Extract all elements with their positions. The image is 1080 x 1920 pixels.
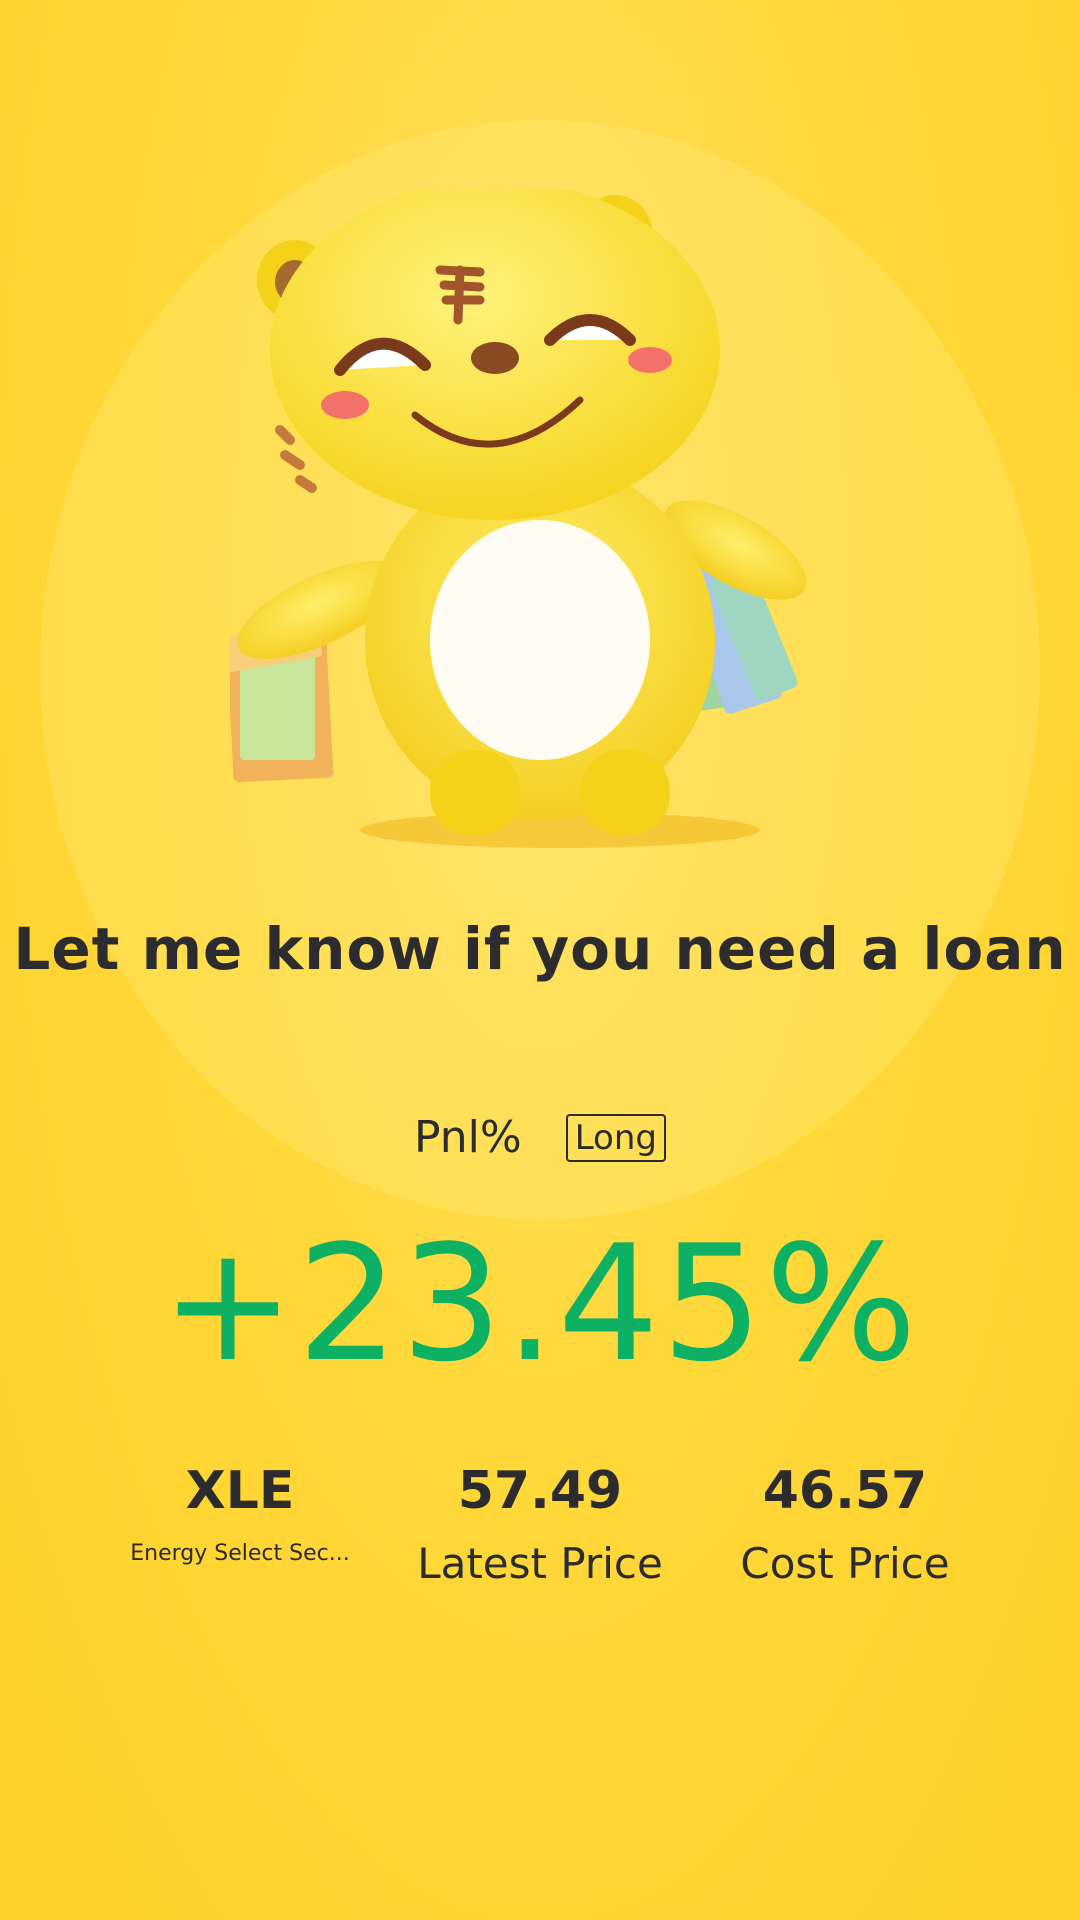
symbol-ticker: XLE	[185, 1461, 295, 1521]
symbol-name: Energy Select Sec...	[130, 1541, 350, 1566]
cost-price-value: 46.57	[762, 1461, 928, 1521]
pnl-header: Pnl% Long	[0, 1112, 1080, 1163]
latest-price-value: 57.49	[457, 1461, 623, 1521]
position-badge: Long	[565, 1113, 666, 1162]
stat-cost-price: 46.57 Cost Price	[695, 1455, 995, 1588]
stat-symbol: XLE Energy Select Sec...	[90, 1455, 390, 1566]
stat-latest-price: 57.49 Latest Price	[390, 1455, 690, 1588]
tiger-mascot-icon	[230, 190, 807, 848]
headline-text: Let me know if you need a loan	[13, 915, 1067, 983]
cost-price-label: Cost Price	[740, 1539, 950, 1588]
pnl-label: Pnl%	[414, 1112, 522, 1163]
latest-price-label: Latest Price	[417, 1539, 663, 1588]
pnl-value: +23.45%	[160, 1210, 920, 1397]
